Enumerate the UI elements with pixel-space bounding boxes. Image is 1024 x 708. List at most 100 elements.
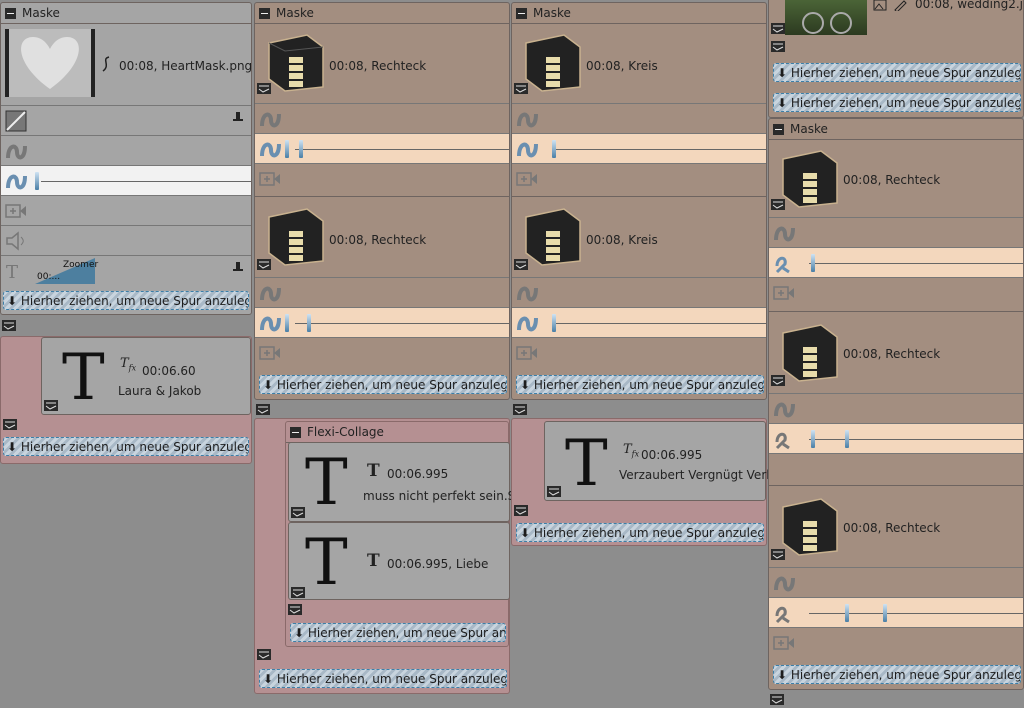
keyframe-marker[interactable] [883, 604, 887, 622]
zoomer-time: 00:... [37, 272, 61, 282]
expand-icon[interactable] [771, 199, 785, 211]
expand-icon[interactable] [771, 549, 785, 561]
keyframe-marker[interactable] [811, 430, 815, 448]
track-row-keyframes[interactable] [769, 247, 1023, 277]
track-row-camera[interactable] [512, 163, 766, 193]
keyframe-marker[interactable] [845, 430, 849, 448]
track-row-motion[interactable] [769, 567, 1023, 597]
keyframe-marker[interactable] [552, 314, 556, 332]
drop-zone-new-track[interactable]: ⬇ Hierher ziehen, um neue Spur anzulegen… [3, 437, 249, 456]
expand-track-icon[interactable] [770, 694, 784, 706]
collapse-icon[interactable] [290, 426, 301, 438]
keyframe-marker[interactable] [811, 254, 815, 272]
keyframe-marker[interactable] [285, 314, 289, 332]
track-row-motion[interactable] [1, 135, 251, 165]
track-row-camera[interactable] [1, 195, 251, 225]
track-row-keyframes[interactable] [255, 307, 509, 337]
wedding-thumbnail[interactable] [785, 0, 867, 35]
pin-icon[interactable] [231, 262, 245, 274]
drop-zone-new-track[interactable]: ⬇ Hierher ziehen, um neue Spur anzulegen… [773, 93, 1021, 112]
pin-icon[interactable] [231, 112, 245, 124]
track-row-keyframes[interactable] [512, 307, 766, 337]
collapse-icon[interactable] [516, 7, 527, 19]
motion-path-icon [260, 112, 281, 128]
expand-track-icon[interactable] [771, 41, 785, 53]
mask-header[interactable]: Maske [512, 3, 766, 24]
expand-track-icon[interactable] [514, 505, 528, 517]
collapse-icon[interactable] [259, 7, 270, 19]
track-row-camera[interactable] [255, 337, 509, 367]
track-row-zoomer[interactable]: T 00:... Zoomer [1, 255, 251, 286]
expand-icon[interactable] [291, 507, 305, 519]
track-row-keyframes[interactable] [1, 165, 251, 195]
text-clip[interactable]: T Tfx 00:06.995 Verzaubert Vergnügt Verl… [544, 421, 788, 501]
drop-zone-new-track[interactable]: ⬇ Hierher ziehen, um neue Spur anzulegen… [773, 665, 1021, 684]
speaker-icon [6, 231, 24, 251]
mask-header[interactable]: Maske [769, 119, 1023, 140]
cube-thumbnail[interactable] [518, 203, 582, 267]
expand-icon[interactable] [291, 587, 305, 599]
drop-zone-new-track[interactable]: ⬇ Hierher ziehen, um neue Spur anzulegen… [773, 63, 1021, 82]
expand-icon[interactable] [514, 83, 528, 95]
drop-zone-new-track[interactable]: ⬇ Hierher ziehen, um neue Spur anzulegen… [516, 375, 764, 394]
keyframe-marker[interactable] [35, 172, 39, 190]
expand-icon[interactable] [514, 259, 528, 271]
track-row-motion[interactable] [512, 277, 766, 307]
collage-text-clip-1[interactable]: T T 00:06.995 muss nicht perfekt sein.So… [288, 442, 528, 522]
expand-icon[interactable] [257, 259, 271, 271]
mask-header[interactable]: Maske [1, 3, 251, 24]
cube-thumbnail[interactable] [261, 203, 325, 267]
heart-mask-thumbnail[interactable] [5, 29, 95, 97]
motion-keyframe-icon [775, 432, 790, 450]
text-clip[interactable]: T Tfx 00:06.60 Laura & Jakob [41, 337, 251, 415]
collage-header[interactable]: Flexi-Collage [286, 422, 508, 443]
drop-zone-new-track[interactable]: ⬇ Hierher ziehen, um neue Spur anzulegen… [3, 291, 249, 310]
track-row-camera[interactable] [255, 163, 509, 193]
track-row-camera[interactable] [769, 277, 1023, 307]
expand-track-icon[interactable] [288, 604, 302, 616]
expand-icon[interactable] [257, 83, 271, 95]
collage-text-clip-2[interactable]: T T 00:06.995, Liebe [288, 522, 510, 600]
keyframe-marker[interactable] [307, 314, 311, 332]
expand-track-icon[interactable] [257, 649, 271, 661]
bicycle-icon [802, 12, 852, 34]
track-row-keyframes[interactable] [255, 133, 509, 163]
drop-zone-new-track[interactable]: ⬇ Hierher ziehen, um neue Spur anzulegen… [259, 375, 507, 394]
expand-icon[interactable] [771, 23, 785, 35]
track-row-camera[interactable] [769, 627, 1023, 657]
track-row-motion[interactable] [769, 217, 1023, 247]
mask-header[interactable]: Maske [255, 3, 509, 24]
drop-zone-new-track[interactable]: ⬇ Hierher ziehen, um neue Spur anzulegen… [516, 523, 764, 542]
keyframe-marker[interactable] [552, 140, 556, 158]
cube-thumbnail[interactable] [775, 319, 839, 383]
drop-zone-new-track[interactable]: ⬇ Hierher ziehen, um neue Spur anz... [290, 623, 506, 642]
expand-track-icon[interactable] [2, 320, 16, 332]
track-row-keyframes[interactable] [769, 597, 1023, 627]
collapse-icon[interactable] [5, 7, 16, 19]
image-icon [873, 0, 887, 11]
track-row-motion[interactable] [255, 103, 509, 133]
track-row-keyframes[interactable] [512, 133, 766, 163]
expand-icon[interactable] [44, 400, 58, 412]
camera-add-icon [516, 172, 537, 186]
expand-icon[interactable] [547, 486, 561, 498]
drop-zone-new-track[interactable]: ⬇ Hierher ziehen, um neue Spur anzulegen… [259, 669, 507, 688]
track-row-camera[interactable] [769, 453, 1023, 485]
expand-track-icon[interactable] [256, 404, 270, 416]
collapse-icon[interactable] [773, 123, 784, 135]
motion-path-icon [774, 402, 795, 418]
keyframe-marker[interactable] [845, 604, 849, 622]
track-row-keyframes[interactable] [769, 423, 1023, 453]
track-row-image[interactable] [1, 105, 251, 135]
expand-track-icon[interactable] [513, 404, 527, 416]
keyframe-marker[interactable] [285, 140, 289, 158]
expand-icon[interactable] [771, 375, 785, 387]
track-row-motion[interactable] [255, 277, 509, 307]
track-row-motion[interactable] [512, 103, 766, 133]
track-row-motion[interactable] [769, 393, 1023, 423]
cube-thumbnail[interactable] [775, 493, 839, 557]
keyframe-marker[interactable] [299, 140, 303, 158]
track-row-audio[interactable] [1, 225, 251, 255]
track-row-camera[interactable] [512, 337, 766, 367]
expand-track-icon[interactable] [3, 419, 17, 431]
